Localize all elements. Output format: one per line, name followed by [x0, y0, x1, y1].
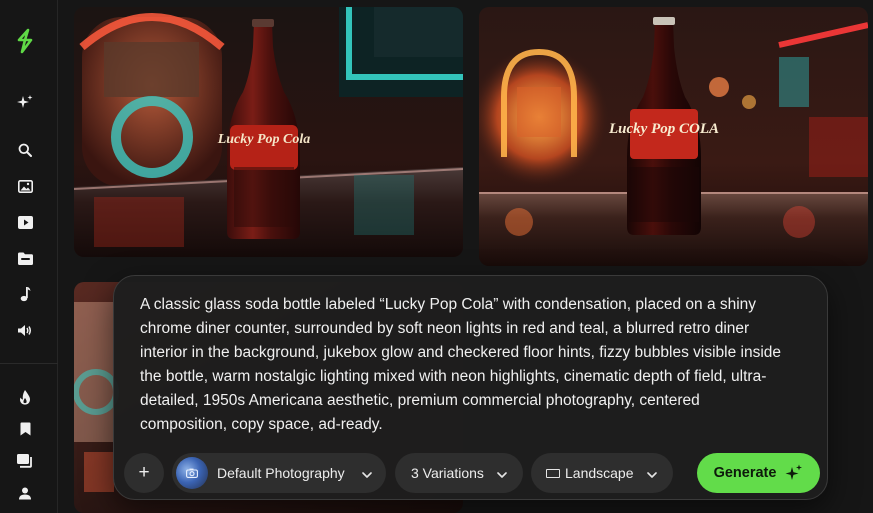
search-icon[interactable] [9, 137, 41, 163]
bottle-label-2: Lucky Pop COLA [608, 121, 719, 137]
generate-button[interactable]: Generate [697, 453, 820, 493]
sparkle-new-icon[interactable] [9, 89, 41, 115]
plus-icon: + [138, 462, 150, 483]
app-window: Lucky Pop Cola Lucky Pop COLA A classic … [0, 0, 873, 513]
prompt-panel: A classic glass soda bottle labeled “Luc… [113, 275, 828, 500]
bottle-label-1: Lucky Pop Cola [217, 132, 311, 147]
bookmark-icon[interactable] [9, 416, 41, 442]
music-note-icon[interactable] [9, 281, 41, 307]
sidebar [0, 0, 58, 513]
image-icon[interactable] [9, 173, 41, 199]
style-label: Default Photography [217, 465, 345, 481]
video-icon[interactable] [9, 209, 41, 235]
prompt-textarea[interactable]: A classic glass soda bottle labeled “Luc… [140, 293, 790, 437]
stacked-images-icon[interactable] [9, 448, 41, 474]
style-dropdown[interactable]: Default Photography [172, 453, 386, 493]
aspect-ratio-dropdown[interactable]: Landscape [531, 453, 673, 493]
add-attachment-button[interactable]: + [124, 453, 164, 493]
chevron-down-icon [646, 465, 657, 481]
gallery-image-2[interactable]: Lucky Pop COLA [479, 7, 868, 266]
logo-bolt-icon[interactable] [9, 28, 41, 54]
aspect-label: Landscape [565, 465, 634, 481]
camera-style-icon [176, 457, 208, 489]
speaker-icon[interactable] [9, 317, 41, 343]
variations-label: 3 Variations [411, 465, 484, 481]
flame-icon[interactable] [9, 384, 41, 410]
generate-label: Generate [713, 465, 777, 481]
chevron-down-icon [362, 465, 372, 481]
gallery-image-1[interactable]: Lucky Pop Cola [74, 7, 463, 257]
chevron-down-icon [497, 465, 507, 481]
folder-icon[interactable] [9, 245, 41, 271]
variations-dropdown[interactable]: 3 Variations [395, 453, 523, 493]
landscape-icon [546, 468, 560, 478]
sparkle-icon [785, 464, 803, 482]
user-icon[interactable] [9, 480, 41, 506]
prompt-controls: + Default Photography 3 Variations Lands… [124, 453, 824, 493]
sidebar-divider [0, 363, 58, 364]
